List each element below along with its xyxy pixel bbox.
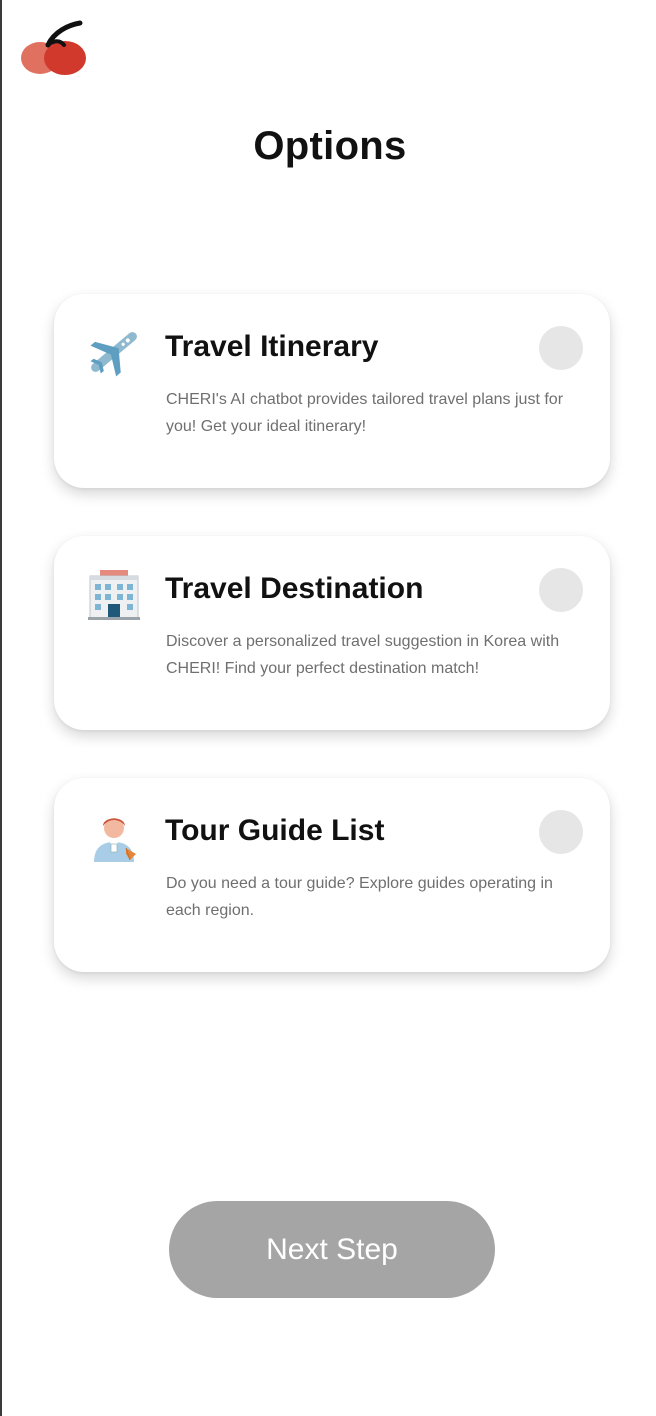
option-radio-travel-destination[interactable] (539, 568, 583, 612)
airplane-icon (90, 332, 137, 377)
option-title: Tour Guide List (165, 814, 385, 847)
cherry-logo-icon (21, 20, 86, 75)
option-card-tour-guide-list[interactable]: Tour Guide List Do you need a tour guide… (54, 778, 610, 972)
option-title: Travel Itinerary (165, 330, 379, 363)
tour-guide-icon (94, 818, 136, 862)
option-description: CHERI's AI chatbot provides tailored tra… (166, 391, 564, 435)
option-radio-tour-guide-list[interactable] (539, 810, 583, 854)
option-description: Do you need a tour guide? Explore guides… (166, 875, 553, 919)
building-icon (88, 570, 140, 620)
page-title: Options (253, 124, 407, 168)
app-frame: Options Travel Itinerary CHERI's AI chat… (0, 0, 654, 1416)
option-card-travel-destination[interactable]: Travel Destination Discover a personaliz… (54, 536, 610, 730)
next-step-button[interactable]: Next Step (169, 1201, 495, 1298)
option-title: Travel Destination (165, 572, 424, 605)
option-card-travel-itinerary[interactable]: Travel Itinerary CHERI's AI chatbot prov… (54, 294, 610, 488)
option-radio-travel-itinerary[interactable] (539, 326, 583, 370)
option-description: Discover a personalized travel suggestio… (166, 633, 560, 677)
